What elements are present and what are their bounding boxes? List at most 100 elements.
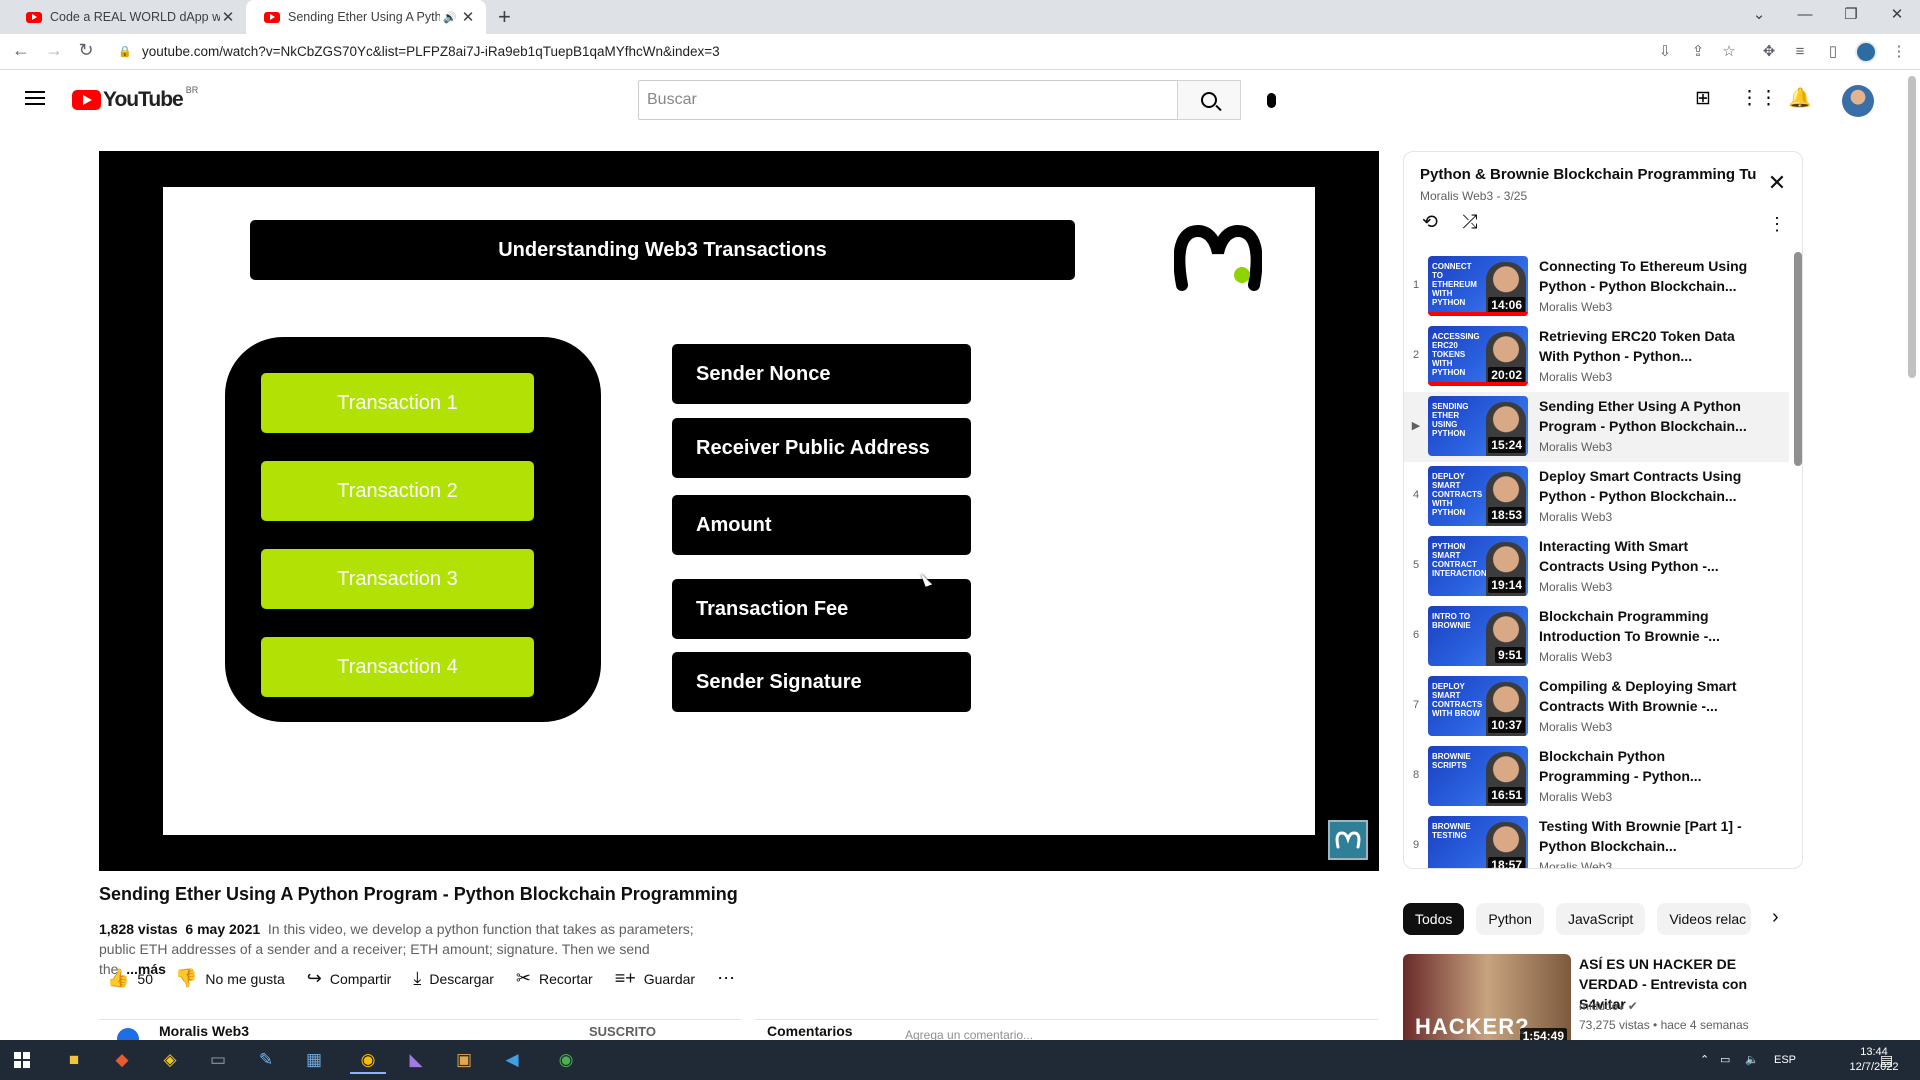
playlist-item-channel: Moralis Web3: [1539, 580, 1613, 594]
tab-title: Sending Ether Using A Pytho: [288, 10, 440, 24]
browser-tab-2[interactable]: Sending Ether Using A Pytho 🔊 ✕: [246, 0, 486, 34]
more-actions-button[interactable]: ⋯: [717, 968, 743, 989]
menu-icon[interactable]: [25, 91, 45, 105]
tray-chevron-icon[interactable]: ⌃: [1700, 1040, 1709, 1080]
browser-profile-avatar[interactable]: [1855, 41, 1877, 63]
speaker-icon[interactable]: 🔊: [440, 11, 460, 24]
channel-name[interactable]: Moralis Web3: [159, 1023, 249, 1039]
search-input[interactable]: Buscar: [638, 80, 1178, 120]
playlist-item[interactable]: 5 Python Smart Contract Interaction 19:14…: [1404, 532, 1789, 602]
chip-todos[interactable]: Todos: [1403, 903, 1465, 935]
playlist-item-channel: Moralis Web3: [1539, 370, 1613, 384]
back-icon[interactable]: ←: [9, 40, 33, 61]
browser-menu-icon[interactable]: ⋮: [1888, 41, 1910, 63]
visual-studio-icon[interactable]: ◣: [398, 1046, 434, 1074]
playlist-item[interactable]: 4 Deploy Smart Contracts with Python 18:5…: [1404, 462, 1789, 532]
clock-time: 13:44: [1860, 1046, 1888, 1058]
app-icon-diamond[interactable]: ◈: [152, 1046, 188, 1074]
playlist-scrollbar[interactable]: [1794, 252, 1802, 466]
save-button[interactable]: ≡+ Guardar: [615, 968, 695, 989]
playlist-item-current[interactable]: ▶ Sending Ether Using Python 15:24 Sendin…: [1404, 392, 1789, 462]
search-button[interactable]: [1177, 80, 1241, 120]
chip-javascript[interactable]: JavaScript: [1555, 903, 1646, 935]
playlist-index: 4: [1412, 489, 1420, 501]
page-scrollbar[interactable]: [1908, 76, 1916, 378]
share-page-icon[interactable]: ⇪: [1687, 41, 1709, 63]
chip-python[interactable]: Python: [1476, 903, 1544, 935]
video-thumbnail: Intro to Brownie 9:51: [1428, 606, 1528, 666]
subscribe-button[interactable]: SUSCRITO: [589, 1024, 656, 1039]
video-player[interactable]: Understanding Web3 Transactions Transact…: [99, 151, 1379, 871]
install-app-icon[interactable]: ⇩: [1654, 41, 1676, 63]
shuffle-icon[interactable]: ⤮: [1456, 210, 1484, 236]
tx-field-box: Amount: [672, 495, 971, 555]
notifications-bell-icon[interactable]: 🔔: [1788, 87, 1812, 111]
bookmark-star-icon[interactable]: ☆: [1718, 41, 1740, 63]
thumbs-up-icon: 👍: [107, 968, 130, 988]
upload-date: 6 may 2021: [185, 921, 261, 937]
tab-title: Code a REAL WORLD dApp with: [50, 10, 220, 24]
create-video-icon[interactable]: ⊞: [1691, 87, 1715, 111]
tab-search-icon[interactable]: ⌄: [1736, 0, 1782, 30]
tab-close-icon[interactable]: ✕: [460, 8, 476, 26]
chrome-profile-icon[interactable]: ◉: [548, 1046, 584, 1074]
clip-button[interactable]: ✂ Recortar: [516, 968, 593, 989]
calculator-icon[interactable]: ▦: [296, 1046, 332, 1074]
playlist-items: 1 Connect to Ethereum with Python 14:06 C…: [1404, 248, 1794, 868]
vscode-icon[interactable]: ◀: [494, 1046, 530, 1074]
download-button[interactable]: ⤓ Descargar: [413, 968, 494, 989]
account-avatar[interactable]: [1842, 85, 1874, 117]
voice-search-button[interactable]: [1251, 80, 1291, 120]
close-window-icon[interactable]: ✕: [1874, 0, 1920, 30]
minimize-icon[interactable]: —: [1782, 0, 1828, 30]
reload-icon[interactable]: ↻: [74, 40, 98, 61]
playlist-item[interactable]: 9 Brownie Testing 18:57 Testing With Brow…: [1404, 812, 1789, 868]
chevron-right-icon[interactable]: ›: [1772, 906, 1779, 929]
share-button[interactable]: ↪ Compartir: [307, 968, 392, 989]
app-icon-window[interactable]: ▭: [200, 1046, 236, 1074]
like-button[interactable]: 👍 50: [107, 968, 153, 989]
playlist-item[interactable]: 7 Deploy Smart Contracts with Brow 10:37 …: [1404, 672, 1789, 742]
new-tab-button[interactable]: +: [498, 4, 511, 30]
comments-bar: Comentarios Agrega un comentario...: [755, 1019, 1378, 1042]
transaction-box: Transaction 3: [261, 549, 534, 609]
playlist-item[interactable]: 8 Brownie Scripts 16:51 Blockchain Python…: [1404, 742, 1789, 812]
playlist-item[interactable]: 2 Accessing ERC20 Tokens with Python 20:0…: [1404, 322, 1789, 392]
chip-related-videos[interactable]: Videos relac: [1657, 903, 1752, 935]
app-icon-red[interactable]: ◆: [104, 1046, 140, 1074]
network-icon[interactable]: ▭: [1720, 1040, 1730, 1080]
windows-start-icon[interactable]: [14, 1052, 30, 1068]
view-count: 1,828 vistas: [99, 921, 178, 937]
close-playlist-icon[interactable]: ✕: [1764, 170, 1790, 196]
file-explorer-icon[interactable]: ■: [56, 1046, 92, 1074]
playlist-item-channel: Moralis Web3: [1539, 650, 1613, 664]
side-panel-icon[interactable]: ▯: [1822, 41, 1844, 63]
app-icon-note[interactable]: ✎: [248, 1046, 284, 1074]
forward-icon[interactable]: →: [42, 40, 66, 61]
extensions-icon[interactable]: ✥: [1758, 41, 1780, 63]
media-control-icon[interactable]: ≡: [1789, 41, 1811, 63]
volume-icon[interactable]: 🔈: [1745, 1040, 1759, 1080]
dislike-button[interactable]: 👎 No me gusta: [175, 968, 285, 989]
input-language[interactable]: ESP: [1774, 1040, 1796, 1080]
taskbar-clock[interactable]: 13:44 12/7/2022: [1844, 1045, 1904, 1075]
apps-grid-icon[interactable]: ⋮⋮: [1740, 87, 1778, 111]
address-bar[interactable]: 🔒 youtube.com/watch?v=NkCbZGS70Yc&list=P…: [110, 38, 1660, 66]
duration-badge: 20:02: [1488, 367, 1525, 383]
package-icon[interactable]: ▣: [446, 1046, 482, 1074]
browser-tab-1[interactable]: Code a REAL WORLD dApp with ✕: [8, 0, 246, 34]
notifications-icon[interactable]: ▤: [1880, 1040, 1893, 1080]
restore-icon[interactable]: ❐: [1828, 0, 1874, 30]
playlist-item[interactable]: 6 Intro to Brownie 9:51 Blockchain Progra…: [1404, 602, 1789, 672]
recommended-video[interactable]: HACKER? 1:54:49 ASÍ ES UN HACKER DE VERD…: [1403, 954, 1803, 1048]
playlist-more-icon[interactable]: ⋮: [1768, 214, 1786, 235]
playlist-title[interactable]: Python & Brownie Blockchain Programming …: [1420, 166, 1756, 183]
chrome-icon[interactable]: ◉: [350, 1046, 386, 1074]
thumbnail-text: Deploy Smart Contracts with Python: [1432, 472, 1483, 517]
filter-chips: Todos Python JavaScript Videos relac: [1403, 903, 1803, 935]
playlist-item[interactable]: 1 Connect to Ethereum with Python 14:06 C…: [1404, 252, 1789, 322]
loop-icon[interactable]: ⟲: [1416, 210, 1444, 236]
youtube-logo[interactable]: YouTube BR: [72, 85, 198, 112]
tab-close-icon[interactable]: ✕: [220, 8, 236, 26]
channel-watermark-icon[interactable]: [1328, 820, 1368, 860]
